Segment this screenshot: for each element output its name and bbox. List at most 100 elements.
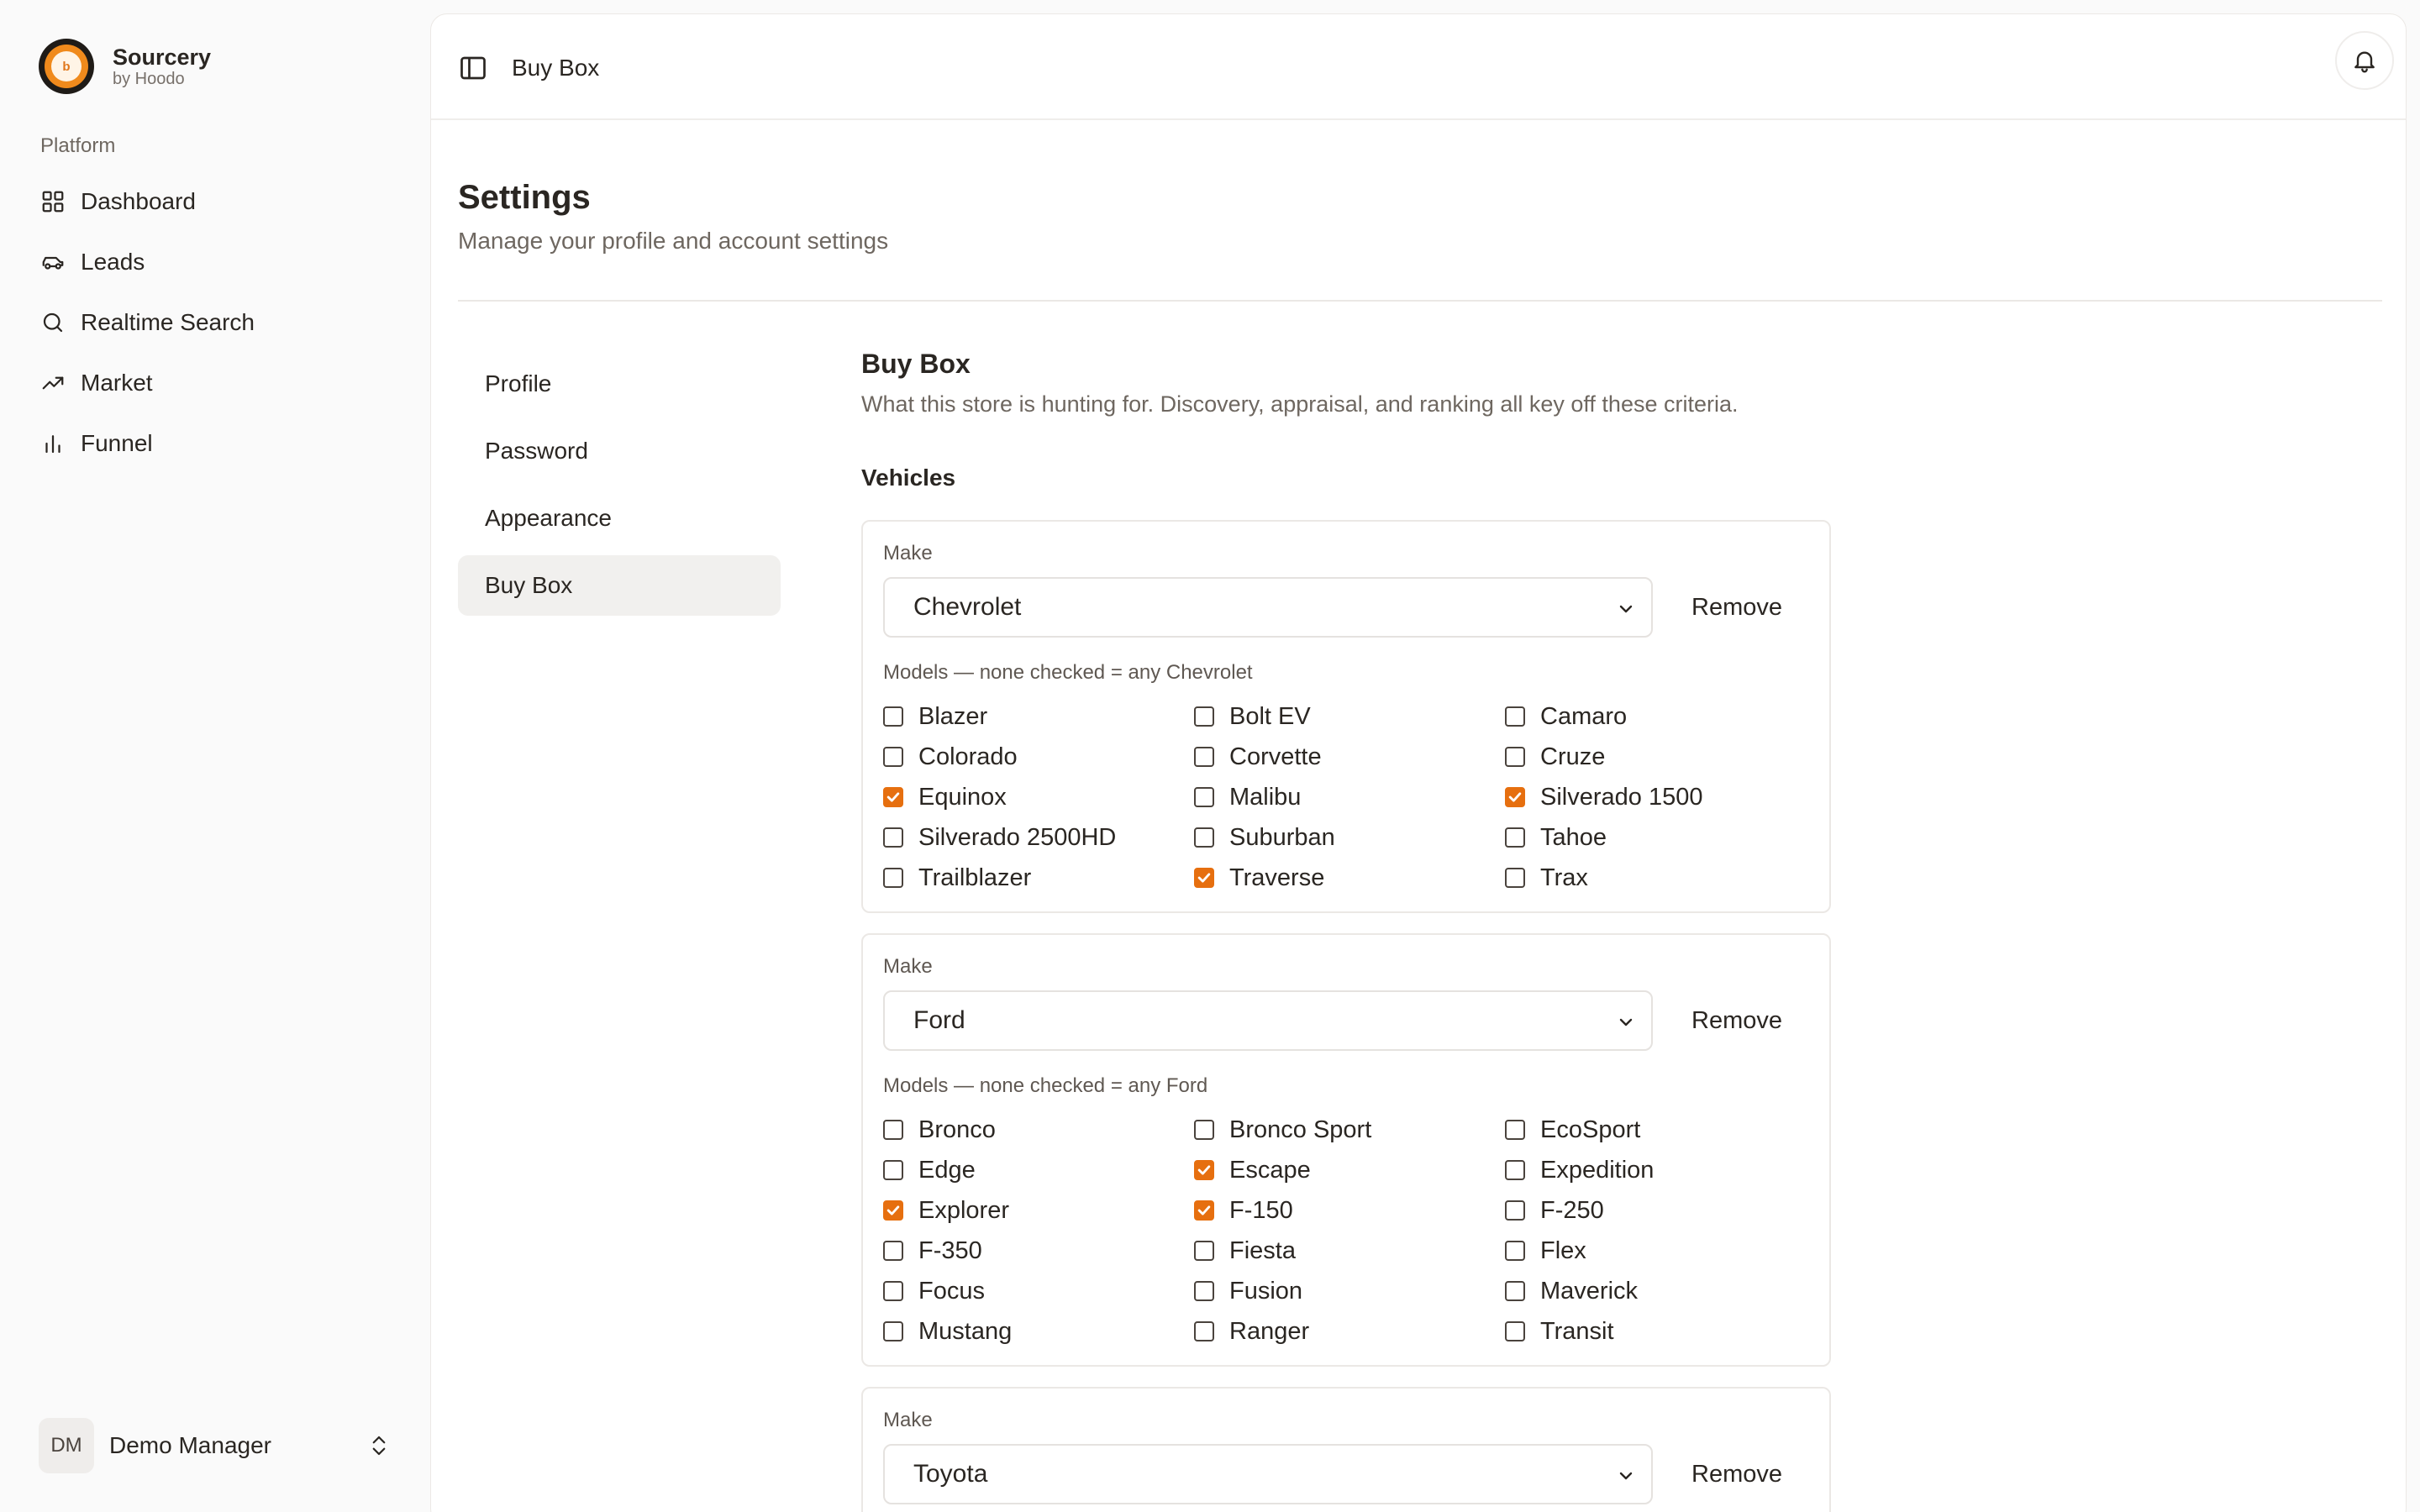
model-checkbox-item[interactable]: Trax bbox=[1505, 858, 1588, 898]
sidebar-item-label: Realtime Search bbox=[81, 309, 255, 335]
model-checkbox-item[interactable]: Bolt EV bbox=[1194, 696, 1311, 737]
model-checkbox-item[interactable]: Silverado 1500 bbox=[1505, 777, 1702, 817]
page-subtitle: Manage your profile and account settings bbox=[458, 228, 889, 254]
model-checkbox-item[interactable]: Ranger bbox=[1194, 1311, 1309, 1352]
sidebar-item-dashboard[interactable]: Dashboard bbox=[24, 171, 410, 232]
model-checkbox-item[interactable]: Focus bbox=[883, 1271, 985, 1311]
model-checkbox-item[interactable]: Traverse bbox=[1194, 858, 1324, 898]
model-name: Fiesta bbox=[1229, 1236, 1296, 1264]
checkbox-unchecked[interactable] bbox=[1194, 1120, 1214, 1140]
model-checkbox-item[interactable]: Maverick bbox=[1505, 1271, 1638, 1311]
make-select[interactable]: Toyota bbox=[883, 1444, 1653, 1504]
tab-profile[interactable]: Profile bbox=[458, 354, 781, 414]
checkbox-unchecked[interactable] bbox=[883, 1120, 903, 1140]
checkbox-unchecked[interactable] bbox=[883, 868, 903, 888]
sidebar-nav: Dashboard Leads Realtime Search Market F… bbox=[24, 171, 410, 474]
checkbox-unchecked[interactable] bbox=[1194, 747, 1214, 767]
checkbox-unchecked[interactable] bbox=[1505, 1160, 1525, 1180]
remove-make-button[interactable]: Remove bbox=[1691, 577, 1782, 638]
model-checkbox-item[interactable]: Explorer bbox=[883, 1190, 1009, 1231]
model-checkbox-item[interactable]: Silverado 2500HD bbox=[883, 817, 1116, 858]
checkbox-unchecked[interactable] bbox=[1194, 1241, 1214, 1261]
user-menu[interactable]: DM Demo Manager bbox=[39, 1418, 392, 1473]
make-select[interactable]: Ford bbox=[883, 990, 1653, 1051]
model-checkbox-item[interactable]: F-150 bbox=[1194, 1190, 1293, 1231]
remove-make-button[interactable]: Remove bbox=[1691, 990, 1782, 1051]
checkbox-unchecked[interactable] bbox=[1505, 747, 1525, 767]
checkbox-unchecked[interactable] bbox=[883, 706, 903, 727]
checkbox-unchecked[interactable] bbox=[1194, 706, 1214, 727]
tab-buy-box[interactable]: Buy Box bbox=[458, 555, 781, 616]
model-name: Silverado 1500 bbox=[1540, 783, 1703, 811]
model-checkbox-item[interactable]: Camaro bbox=[1505, 696, 1627, 737]
model-checkbox-item[interactable]: F-250 bbox=[1505, 1190, 1604, 1231]
model-name: Bolt EV bbox=[1229, 702, 1311, 730]
model-checkbox-item[interactable]: Colorado bbox=[883, 737, 1018, 777]
model-checkbox-item[interactable]: Escape bbox=[1194, 1150, 1311, 1190]
brand[interactable]: b Sourcery by Hoodo bbox=[39, 39, 211, 94]
checkbox-checked[interactable] bbox=[1194, 1160, 1214, 1180]
checkbox-unchecked[interactable] bbox=[883, 747, 903, 767]
model-checkbox-item[interactable]: Expedition bbox=[1505, 1150, 1654, 1190]
tab-appearance[interactable]: Appearance bbox=[458, 488, 781, 549]
model-name: Equinox bbox=[918, 783, 1007, 811]
checkbox-unchecked[interactable] bbox=[1194, 827, 1214, 848]
checkbox-unchecked[interactable] bbox=[1194, 1321, 1214, 1341]
checkbox-checked[interactable] bbox=[1505, 787, 1525, 807]
checkbox-unchecked[interactable] bbox=[883, 1241, 903, 1261]
sidebar-item-leads[interactable]: Leads bbox=[24, 232, 410, 292]
model-checkbox-item[interactable]: Transit bbox=[1505, 1311, 1614, 1352]
model-checkbox-item[interactable]: Corvette bbox=[1194, 737, 1322, 777]
model-name: Ranger bbox=[1229, 1317, 1310, 1345]
checkbox-unchecked[interactable] bbox=[883, 1281, 903, 1301]
model-checkbox-item[interactable]: Fiesta bbox=[1194, 1231, 1296, 1271]
model-checkbox-item[interactable]: F-350 bbox=[883, 1231, 982, 1271]
model-checkbox-item[interactable]: Blazer bbox=[883, 696, 987, 737]
checkbox-checked[interactable] bbox=[1194, 868, 1214, 888]
make-select[interactable]: Chevrolet bbox=[883, 577, 1653, 638]
model-checkbox-item[interactable]: EcoSport bbox=[1505, 1110, 1640, 1150]
sidebar-item-label: Funnel bbox=[81, 430, 153, 456]
notifications-button[interactable] bbox=[2335, 31, 2394, 90]
checkbox-unchecked[interactable] bbox=[1505, 1281, 1525, 1301]
checkbox-unchecked[interactable] bbox=[1505, 868, 1525, 888]
remove-make-button[interactable]: Remove bbox=[1691, 1444, 1782, 1504]
check-icon bbox=[1508, 792, 1522, 802]
checkbox-unchecked[interactable] bbox=[1194, 1281, 1214, 1301]
checkbox-unchecked[interactable] bbox=[1505, 1200, 1525, 1221]
checkbox-unchecked[interactable] bbox=[1505, 706, 1525, 727]
sidebar-item-market[interactable]: Market bbox=[24, 353, 410, 413]
checkbox-unchecked[interactable] bbox=[883, 827, 903, 848]
model-checkbox-item[interactable]: Cruze bbox=[1505, 737, 1605, 777]
model-checkbox-item[interactable]: Trailblazer bbox=[883, 858, 1031, 898]
model-checkbox-item[interactable]: Malibu bbox=[1194, 777, 1301, 817]
checkbox-unchecked[interactable] bbox=[1505, 827, 1525, 848]
checkbox-unchecked[interactable] bbox=[883, 1321, 903, 1341]
settings-subnav: Profile Password Appearance Buy Box bbox=[458, 354, 781, 622]
make-label: Make bbox=[883, 542, 933, 564]
checkbox-unchecked[interactable] bbox=[883, 1160, 903, 1180]
sidebar-item-realtime-search[interactable]: Realtime Search bbox=[24, 292, 410, 353]
tab-password[interactable]: Password bbox=[458, 421, 781, 481]
model-checkbox-item[interactable]: Mustang bbox=[883, 1311, 1012, 1352]
checkbox-checked[interactable] bbox=[1194, 1200, 1214, 1221]
model-checkbox-item[interactable]: Bronco Sport bbox=[1194, 1110, 1371, 1150]
sidebar-toggle-icon[interactable] bbox=[458, 53, 488, 83]
checkbox-unchecked[interactable] bbox=[1505, 1241, 1525, 1261]
checkbox-unchecked[interactable] bbox=[1505, 1321, 1525, 1341]
model-name: Colorado bbox=[918, 743, 1018, 770]
sidebar-item-funnel[interactable]: Funnel bbox=[24, 413, 410, 474]
sidebar-item-label: Leads bbox=[81, 249, 145, 275]
model-checkbox-item[interactable]: Suburban bbox=[1194, 817, 1335, 858]
checkbox-unchecked[interactable] bbox=[1194, 787, 1214, 807]
model-checkbox-item[interactable]: Flex bbox=[1505, 1231, 1586, 1271]
model-checkbox-item[interactable]: Bronco bbox=[883, 1110, 996, 1150]
model-checkbox-item[interactable]: Edge bbox=[883, 1150, 976, 1190]
checkbox-checked[interactable] bbox=[883, 1200, 903, 1221]
checkbox-unchecked[interactable] bbox=[1505, 1120, 1525, 1140]
model-checkbox-item[interactable]: Tahoe bbox=[1505, 817, 1607, 858]
checkbox-checked[interactable] bbox=[883, 787, 903, 807]
model-checkbox-item[interactable]: Equinox bbox=[883, 777, 1007, 817]
model-checkbox-item[interactable]: Fusion bbox=[1194, 1271, 1302, 1311]
model-name: Suburban bbox=[1229, 823, 1335, 851]
